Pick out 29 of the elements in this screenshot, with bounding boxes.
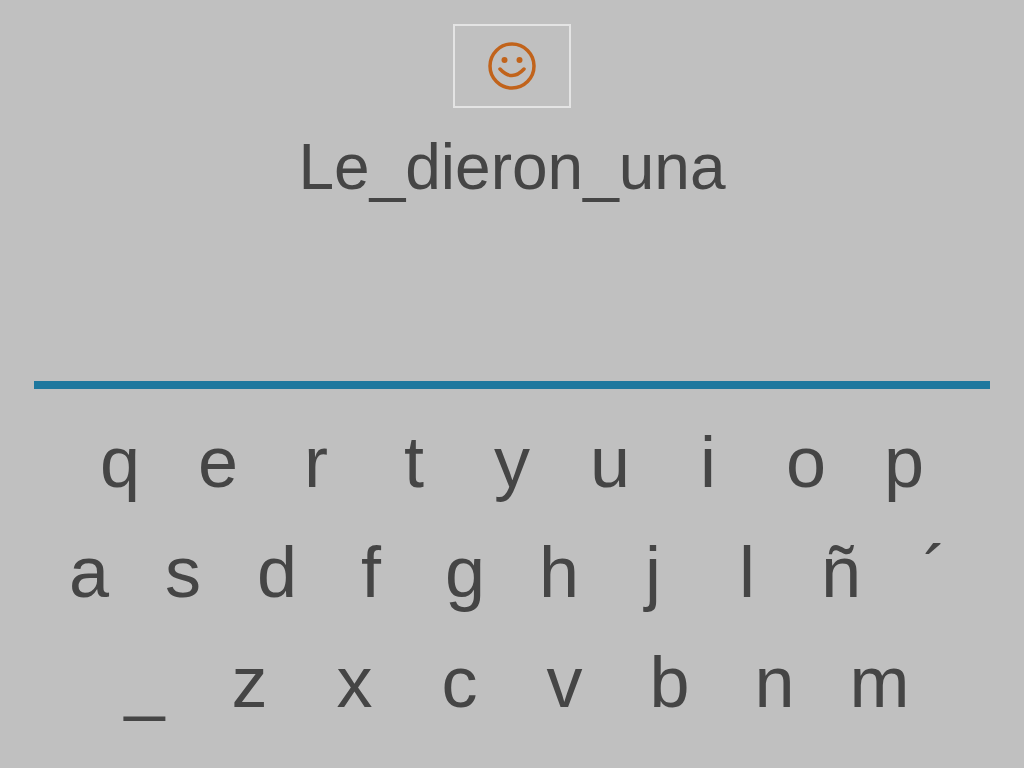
letter-key[interactable]: v — [512, 640, 617, 724]
letter-key[interactable]: h — [512, 530, 606, 614]
letter-key[interactable]: y — [463, 420, 561, 504]
letter-key[interactable]: x — [302, 640, 407, 724]
letter-key[interactable]: l — [700, 530, 794, 614]
letter-key[interactable]: m — [827, 640, 932, 724]
letter-key[interactable]: j — [606, 530, 700, 614]
letter-key[interactable]: c — [407, 640, 512, 724]
letter-key[interactable]: ´ — [888, 530, 982, 614]
letter-key[interactable]: o — [757, 420, 855, 504]
letter-key[interactable]: n — [722, 640, 827, 724]
smiley-icon — [487, 41, 537, 91]
puzzle-word: Le_dieron_una — [298, 130, 726, 204]
letter-key[interactable]: ñ — [794, 530, 888, 614]
letter-key[interactable]: b — [617, 640, 722, 724]
letter-key[interactable]: u — [561, 420, 659, 504]
letter-key[interactable]: a — [42, 530, 136, 614]
letter-key[interactable]: s — [136, 530, 230, 614]
letter-key[interactable]: z — [197, 640, 302, 724]
letter-key[interactable]: t — [365, 420, 463, 504]
letter-key[interactable]: d — [230, 530, 324, 614]
letter-key[interactable]: i — [659, 420, 757, 504]
letter-key[interactable]: p — [855, 420, 953, 504]
letter-key[interactable]: r — [267, 420, 365, 504]
letter-key[interactable]: e — [169, 420, 267, 504]
letter-key[interactable]: _ — [92, 640, 197, 724]
letter-key[interactable]: q — [71, 420, 169, 504]
letter-key[interactable]: f — [324, 530, 418, 614]
letter-key[interactable]: g — [418, 530, 512, 614]
